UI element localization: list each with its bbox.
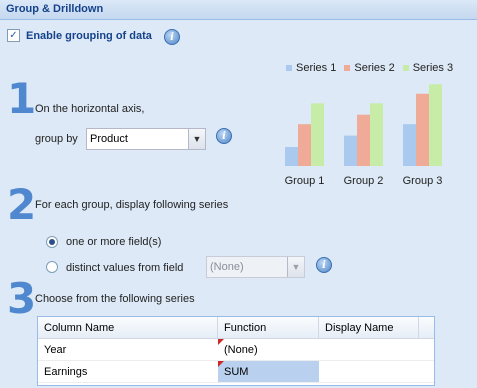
- x-tick-label: Group 3: [403, 175, 443, 187]
- group-by-label: group by: [35, 133, 78, 145]
- bar-3-series-1: [403, 124, 416, 166]
- bar-3-series-3: [429, 84, 442, 166]
- column-header-display-name[interactable]: Display Name: [319, 317, 419, 338]
- cell-column-name[interactable]: Year: [38, 339, 218, 360]
- info-glyph: i: [222, 130, 226, 142]
- x-tick-label: Group 1: [285, 175, 325, 187]
- cell-display-name[interactable]: [319, 361, 419, 382]
- panel-title: Group & Drilldown: [6, 3, 104, 15]
- info-glyph: i: [170, 31, 174, 43]
- group-by-info-icon[interactable]: i: [216, 128, 232, 144]
- step-1-text: On the horizontal axis,: [35, 103, 145, 115]
- cell-function-text: (None): [224, 344, 258, 356]
- column-header-column-name[interactable]: Column Name: [38, 317, 218, 338]
- step-3-number: 3: [7, 274, 37, 323]
- bar-1-series-2: [298, 124, 311, 166]
- preview-chart: Series 1 Series 2 Series 3 Group 1 Group …: [270, 58, 470, 193]
- bar-2-series-2: [357, 114, 370, 166]
- distinct-field-value: (None): [210, 261, 244, 273]
- radio-distinct-values[interactable]: [46, 261, 58, 273]
- distinct-field-combo[interactable]: (None) ▼: [206, 256, 305, 278]
- enable-grouping-checkbox[interactable]: ✓: [7, 29, 20, 42]
- distinct-field-info-icon[interactable]: i: [316, 257, 332, 273]
- table-row[interactable]: Earnings SUM: [38, 361, 434, 383]
- bar-1-series-3: [311, 103, 324, 166]
- bar-1-series-1: [285, 147, 298, 166]
- radio-one-or-more-fields[interactable]: [46, 236, 58, 248]
- panel-header: Group & Drilldown: [0, 0, 477, 20]
- dirty-flag-icon: [218, 361, 224, 367]
- cell-function[interactable]: (None): [218, 339, 319, 360]
- series-grid[interactable]: Column Name Function Display Name Year (…: [37, 316, 435, 386]
- option-distinct-label: distinct values from field: [66, 262, 184, 274]
- option-one-or-more-label: one or more field(s): [66, 236, 162, 248]
- column-header-function[interactable]: Function: [218, 317, 319, 338]
- table-row[interactable]: Year (None): [38, 339, 434, 361]
- enable-grouping-label: Enable grouping of data: [26, 30, 152, 42]
- step-2-text: For each group, display following series: [35, 199, 229, 211]
- bar-2-series-3: [370, 103, 383, 166]
- cell-function[interactable]: SUM: [218, 361, 319, 382]
- chevron-down-icon[interactable]: ▼: [188, 129, 205, 149]
- info-icon[interactable]: i: [164, 29, 180, 45]
- bar-3-series-2: [416, 93, 429, 166]
- cell-function-text: SUM: [224, 366, 249, 378]
- step-1-number: 1: [7, 74, 37, 123]
- info-glyph: i: [322, 259, 326, 271]
- group-by-value: Product: [90, 133, 128, 145]
- x-tick-label: Group 2: [344, 175, 384, 187]
- chart-bars: Group 1 Group 2 Group 3: [285, 84, 443, 187]
- dirty-flag-icon: [218, 339, 224, 345]
- grid-header: Column Name Function Display Name: [38, 317, 434, 339]
- step-2-number: 2: [7, 180, 37, 229]
- chevron-down-icon[interactable]: ▼: [287, 257, 304, 277]
- step-3-text: Choose from the following series: [35, 293, 195, 305]
- cell-display-name[interactable]: [319, 339, 419, 360]
- radio-selected-dot: [49, 239, 55, 245]
- group-by-combo[interactable]: Product ▼: [86, 128, 206, 150]
- cell-column-name[interactable]: Earnings: [38, 361, 218, 382]
- bar-2-series-1: [344, 135, 357, 166]
- checkmark-icon: ✓: [9, 29, 18, 41]
